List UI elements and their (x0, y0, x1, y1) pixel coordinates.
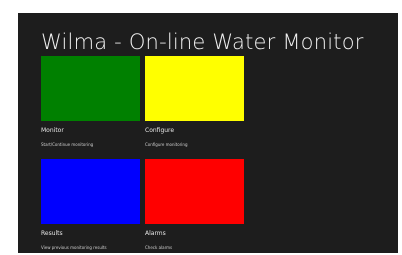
configure-subtitle: Configure monitoring (145, 142, 188, 147)
configure-tile[interactable] (145, 56, 244, 121)
monitor-tile[interactable] (41, 56, 140, 121)
app-window: Wilma - On-line Water Monitor Monitor St… (18, 13, 398, 253)
alarms-label: Alarms (145, 230, 166, 237)
configure-label: Configure (145, 127, 175, 134)
results-subtitle: View previous monitoring results (41, 245, 107, 250)
results-label: Results (41, 230, 63, 237)
monitor-label: Monitor (41, 127, 64, 134)
alarms-subtitle: Check alarms (145, 245, 173, 250)
monitor-subtitle: Start/Continue monitoring (41, 142, 94, 147)
results-tile[interactable] (41, 159, 140, 224)
alarms-tile[interactable] (145, 159, 244, 224)
app-title: Wilma - On-line Water Monitor (41, 30, 364, 54)
